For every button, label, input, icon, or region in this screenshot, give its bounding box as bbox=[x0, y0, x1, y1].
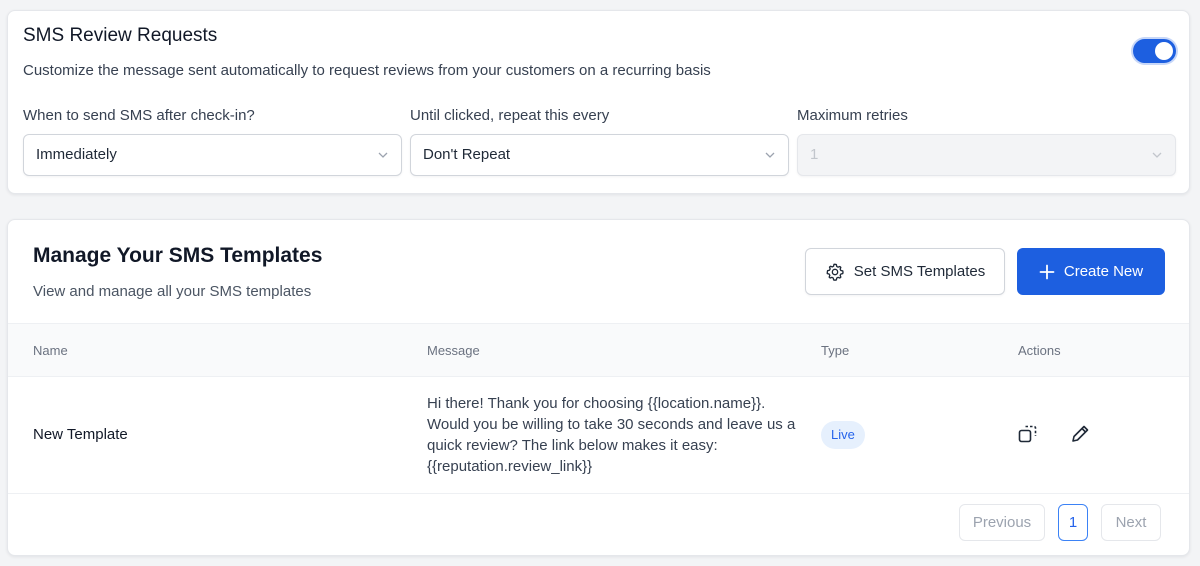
pagination-page-1[interactable]: 1 bbox=[1058, 504, 1088, 541]
pagination-previous-button[interactable]: Previous bbox=[959, 504, 1045, 541]
sms-review-description: Customize the message sent automatically… bbox=[23, 62, 711, 79]
pagination-next-button[interactable]: Next bbox=[1101, 504, 1161, 541]
repeat-interval-label: Until clicked, repeat this every bbox=[410, 107, 610, 124]
max-retries-value: 1 bbox=[810, 146, 819, 163]
max-retries-label: Maximum retries bbox=[797, 107, 908, 124]
column-header-message: Message bbox=[427, 343, 480, 358]
column-header-actions: Actions bbox=[1018, 343, 1061, 358]
plus-icon bbox=[1039, 264, 1055, 279]
chevron-down-icon bbox=[765, 152, 775, 158]
table-row: New Template Hi there! Thank you for cho… bbox=[8, 377, 1189, 494]
set-sms-templates-label: Set SMS Templates bbox=[853, 263, 986, 280]
send-delay-label: When to send SMS after check-in? bbox=[23, 107, 255, 124]
repeat-interval-value: Don't Repeat bbox=[423, 146, 511, 163]
duplicate-icon[interactable] bbox=[1017, 423, 1039, 445]
table-header: Name Message Type Actions bbox=[8, 323, 1189, 377]
sms-review-card: SMS Review Requests Customize the messag… bbox=[7, 10, 1190, 194]
chevron-down-icon bbox=[1152, 152, 1162, 158]
column-header-type: Type bbox=[821, 343, 850, 358]
send-delay-value: Immediately bbox=[36, 146, 117, 163]
send-delay-select[interactable]: Immediately bbox=[23, 134, 402, 176]
max-retries-select[interactable]: 1 bbox=[797, 134, 1176, 176]
create-new-button[interactable]: Create New bbox=[1017, 248, 1165, 295]
column-header-name: Name bbox=[33, 343, 68, 358]
templates-description: View and manage all your SMS templates bbox=[33, 283, 312, 300]
edit-pencil-icon[interactable] bbox=[1069, 423, 1091, 445]
sms-review-title: SMS Review Requests bbox=[23, 25, 218, 46]
templates-title: Manage Your SMS Templates bbox=[33, 244, 323, 267]
templates-card: Manage Your SMS Templates View and manag… bbox=[7, 219, 1190, 556]
set-sms-templates-button[interactable]: Set SMS Templates bbox=[805, 248, 1005, 295]
repeat-interval-select[interactable]: Don't Repeat bbox=[410, 134, 789, 176]
toggle-knob bbox=[1155, 42, 1173, 60]
template-message: Hi there! Thank you for choosing {{locat… bbox=[427, 395, 796, 475]
type-badge: Live bbox=[821, 421, 865, 449]
chevron-down-icon bbox=[378, 152, 388, 158]
sms-review-toggle[interactable] bbox=[1133, 39, 1176, 63]
create-new-label: Create New bbox=[1063, 263, 1144, 280]
gear-icon bbox=[826, 263, 844, 281]
template-name: New Template bbox=[33, 426, 128, 443]
